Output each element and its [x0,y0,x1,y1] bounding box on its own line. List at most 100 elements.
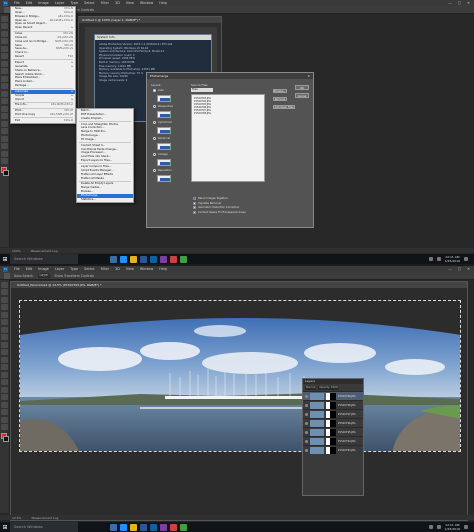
menu-image[interactable]: Image [38,1,49,5]
gradient-tool[interactable] [1,364,8,370]
photoshop-taskbar-icon[interactable] [150,255,157,263]
menu-type[interactable]: Type [70,1,78,5]
menu-view[interactable]: View [126,267,134,271]
type-tool[interactable] [1,394,8,400]
brush-tool[interactable] [1,334,8,340]
layout-collage[interactable]: Collage [153,152,185,156]
menu-edit[interactable]: Edit [26,267,33,271]
taskbar-search[interactable]: Search Windows [10,254,78,264]
layer-mask-thumbnail[interactable] [326,401,336,409]
lasso-tool[interactable] [1,30,8,37]
layer-row[interactable]: P1520797.JPG [303,409,363,418]
crop-tool[interactable] [1,311,8,318]
move-tool-icon[interactable] [4,272,10,279]
menu-window[interactable]: Window [140,1,153,5]
file-menu-item[interactable]: Open Recent ▸ [11,25,75,30]
layer-row[interactable]: P1520794.JPG [303,436,363,445]
layer-row[interactable]: P1520799.JPG [303,391,363,400]
network-icon[interactable] [428,525,433,529]
taskbar-search[interactable]: Search Windows [10,522,78,532]
add-open-files-button[interactable]: Add Open Files [273,105,295,109]
eye-icon[interactable] [305,412,308,416]
volume-icon[interactable] [436,257,441,261]
blur-tool[interactable] [1,371,8,378]
minimize-icon[interactable]: — [448,267,452,271]
radio-icon[interactable] [153,168,156,172]
remove-button[interactable]: Remove [273,97,287,101]
automate-menu-item[interactable]: Statistics... [77,197,133,202]
edge-browser-icon[interactable] [120,255,127,263]
radio-icon[interactable] [153,136,156,140]
maximize-icon[interactable]: □ [458,267,461,271]
automate-menu-item[interactable]: Export Layers to Files... [77,158,133,163]
menu-filter[interactable]: Filter [101,1,109,5]
shape-tool[interactable] [1,409,8,415]
photoshop-taskbar-icon[interactable] [150,523,157,531]
radio-icon[interactable] [153,120,156,124]
layer-row[interactable]: P1520793.JPG [303,445,363,454]
hand-tool[interactable] [1,150,8,157]
eyedropper-tool[interactable] [1,319,8,325]
store-icon[interactable] [140,255,147,263]
menu-filter[interactable]: Filter [101,267,109,271]
checkbox-icon[interactable] [193,206,196,209]
layer-mask-thumbnail[interactable] [326,392,336,400]
store-icon[interactable] [140,523,147,531]
layer-row[interactable]: P1520796.JPG [303,418,363,427]
menu-select[interactable]: Select [84,1,94,5]
cancel-button[interactable]: Cancel [295,93,309,98]
healing-tool[interactable] [1,60,8,67]
menu-select[interactable]: Select [84,267,94,271]
menu-type[interactable]: Type [70,267,78,271]
shape-tool[interactable] [1,143,8,149]
blend-images-checkbox[interactable]: Blend Images Together [193,197,246,200]
layout-spherical[interactable]: Spherical [153,136,185,140]
background-color-swatch[interactable] [3,436,9,442]
menu-image[interactable]: Image [38,267,49,271]
brush-tool[interactable] [1,68,8,74]
file-menu-item[interactable]: Revert F12 [11,54,75,59]
opacity-field[interactable]: Opacity: 100% [318,385,340,390]
radio-icon[interactable] [153,104,156,108]
document-tab[interactable]: Untitled_Panorama1 @ 12.5% (P1520793.JPG… [11,282,467,288]
marquee-tool[interactable] [1,289,8,295]
content-aware-fill-checkbox[interactable]: Content Aware Fill Transparent Areas [193,210,246,214]
move-tool[interactable] [1,281,8,288]
layer-mask-thumbnail[interactable] [326,437,336,445]
layout-cylindrical[interactable]: Cylindrical [153,120,185,124]
close-icon[interactable]: ✕ [307,73,310,79]
task-view-icon[interactable] [110,255,117,263]
quick-select-tool[interactable] [1,38,8,44]
task-view-icon[interactable] [110,523,117,531]
app-icon[interactable] [180,255,187,263]
menu-window[interactable]: Window [140,267,153,271]
zoom-tool[interactable] [1,424,8,430]
app-icon[interactable] [170,255,177,263]
layer-row[interactable]: P1520798.JPG [303,400,363,409]
panorama-canvas[interactable] [19,300,461,452]
stamp-tool[interactable] [1,75,8,82]
move-tool[interactable] [1,15,8,22]
automate-menu-item[interactable]: Fit Image... [77,137,133,142]
eye-icon[interactable] [305,394,308,398]
notifications-icon[interactable] [464,525,468,529]
hand-tool[interactable] [1,416,8,423]
file-menu-item[interactable]: Print One Copy Alt+Shift+Ctrl+P [11,112,75,117]
use-dropdown[interactable]: Files [191,88,213,92]
history-brush-tool[interactable] [1,349,8,355]
menu-view[interactable]: View [126,1,134,5]
browse-button[interactable]: Browse... [273,89,287,93]
pen-tool[interactable] [1,386,8,393]
radio-icon[interactable] [153,88,156,92]
eraser-tool[interactable] [1,90,8,97]
history-brush-tool[interactable] [1,83,8,89]
dodge-tool[interactable] [1,379,8,385]
maximize-icon[interactable]: □ [458,1,461,5]
background-color-swatch[interactable] [3,170,9,176]
checkbox-icon[interactable] [193,210,196,214]
volume-icon[interactable] [436,525,441,529]
radio-icon[interactable] [153,152,156,156]
pen-tool[interactable] [1,120,8,127]
checkbox-icon[interactable] [193,197,196,200]
document-tab[interactable]: Untitled-1 @ 100% (Layer 1, RGB/8*) * [79,17,221,23]
